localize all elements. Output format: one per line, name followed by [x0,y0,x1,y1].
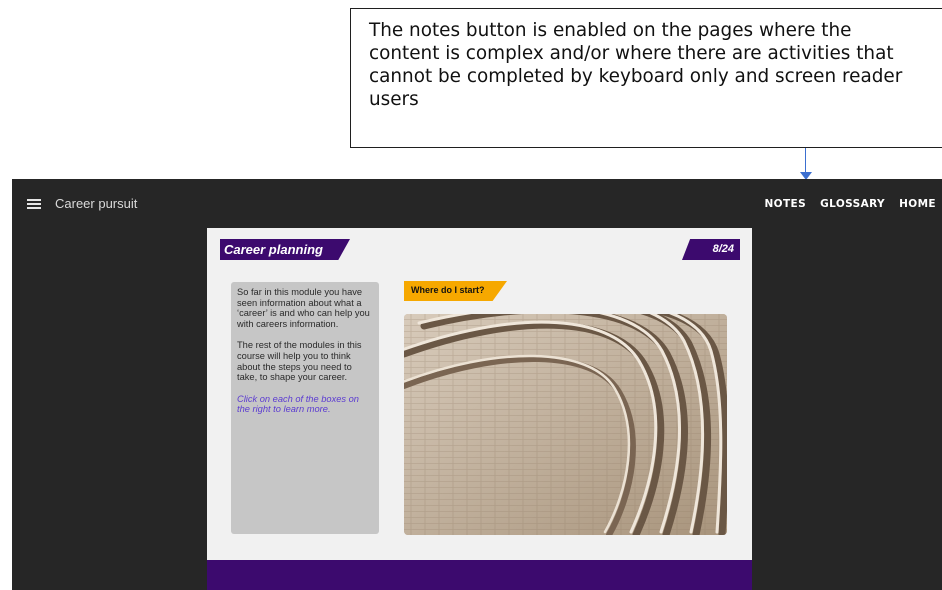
intro-text-box: So far in this module you have seen info… [231,282,379,534]
hamburger-menu-icon[interactable] [27,199,41,209]
glossary-button[interactable]: GLOSSARY [820,198,885,210]
where-do-i-start-tab[interactable]: Where do I start? [404,281,507,301]
slide-title: Career planning [220,239,350,260]
steps-photo [404,314,727,535]
instruction-hint: Click on each of the boxes on the right … [237,393,359,415]
intro-paragraph-1: So far in this module you have seen info… [237,287,370,329]
course-player: Career pursuit NOTES GLOSSARY HOME Caree… [12,179,942,590]
steps-image [404,314,727,535]
slide: Career planning 8/24 So far in this modu… [207,228,752,590]
top-nav: NOTES GLOSSARY HOME [764,198,936,210]
slide-footer-bar [207,560,752,590]
intro-paragraph-2: The rest of the modules in this course w… [237,340,362,383]
home-button[interactable]: HOME [899,198,936,210]
annotation-callout: The notes button is enabled on the pages… [350,8,942,148]
course-title: Career pursuit [55,196,138,211]
notes-button[interactable]: NOTES [764,198,806,210]
page-counter: 8/24 [682,239,740,260]
annotation-text: The notes button is enabled on the pages… [369,20,903,110]
